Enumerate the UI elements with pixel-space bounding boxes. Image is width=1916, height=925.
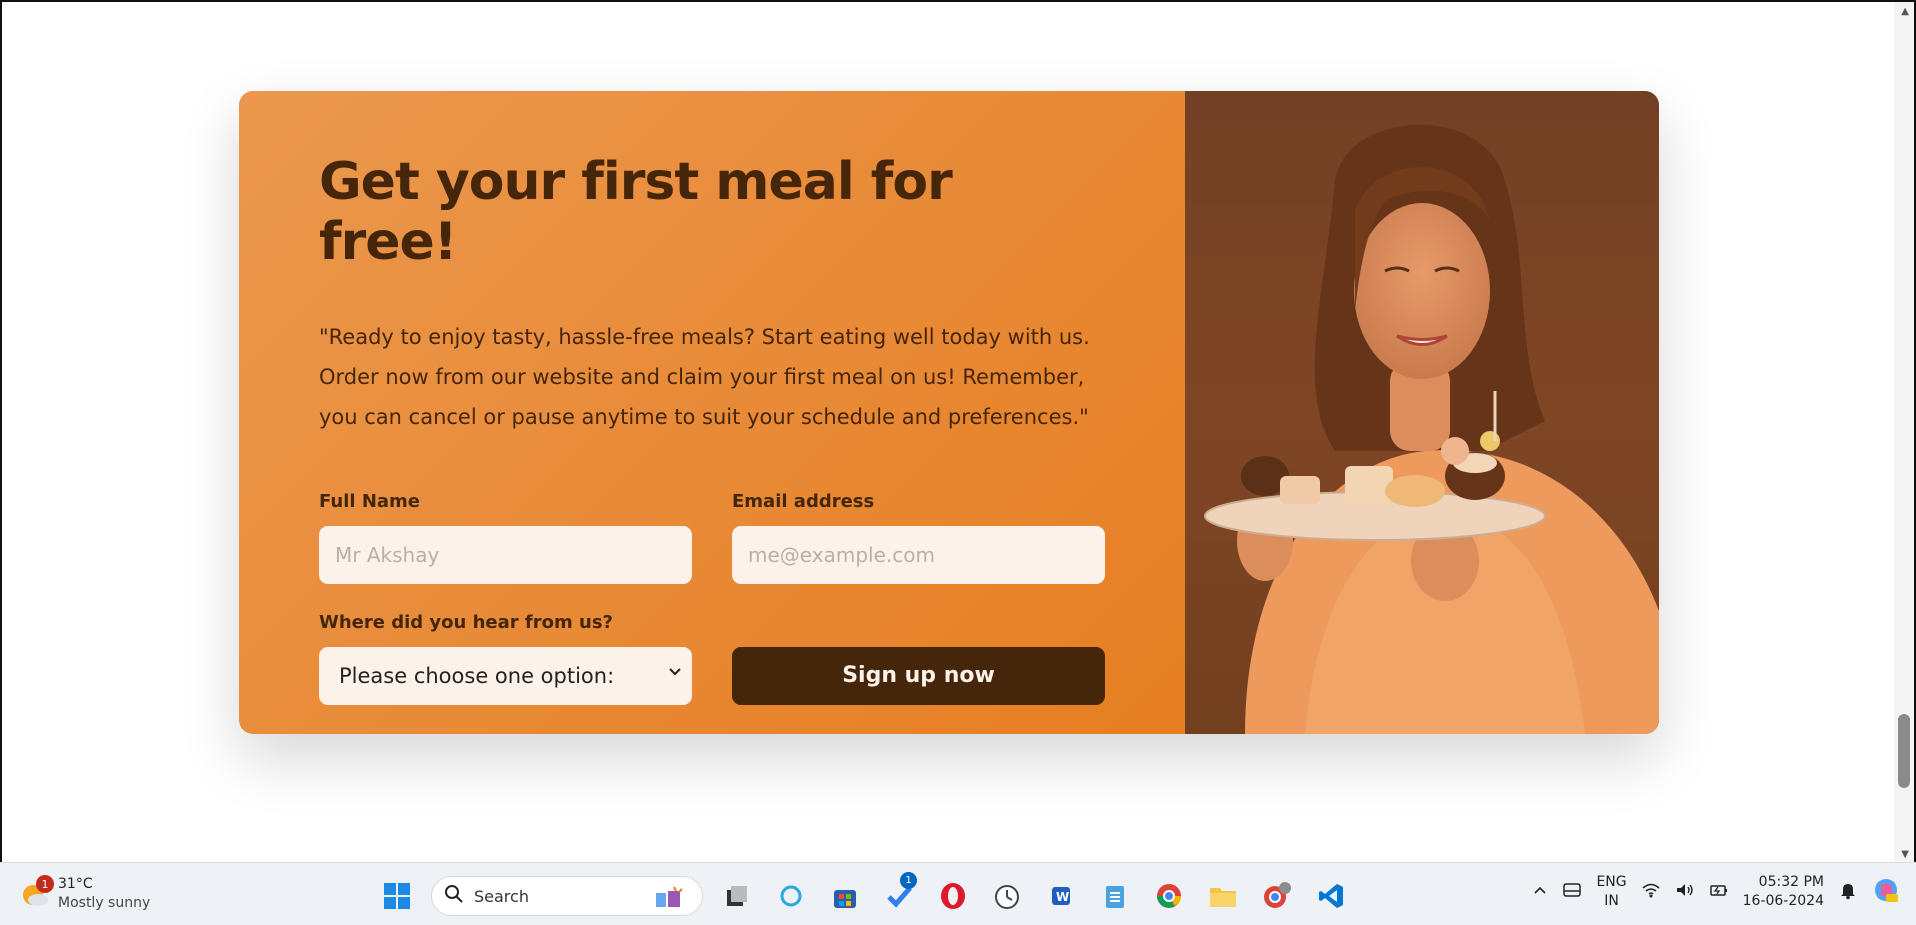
full-name-label: Full Name (319, 490, 420, 512)
chevron-up-icon[interactable] (1532, 882, 1548, 902)
todo-badge: 1 (900, 872, 917, 889)
language-line1: ENG (1596, 874, 1627, 890)
search-placeholder: Search (474, 886, 529, 906)
chevron-down-icon (668, 664, 682, 683)
windows-start-icon[interactable] (377, 876, 417, 916)
clock-time: 05:32 PM (1758, 874, 1824, 890)
language-indicator[interactable]: ENG IN (1596, 873, 1626, 911)
chrome-icon[interactable] (1149, 876, 1189, 916)
weather-widget[interactable]: 1 31°C Mostly sunny (20, 875, 150, 913)
cta-description: "Ready to enjoy tasty, hassle-free meals… (319, 324, 1090, 429)
source-label: Where did you hear from us? (319, 611, 613, 633)
search-highlight-icon (652, 885, 688, 913)
svg-text:W: W (1056, 890, 1069, 904)
source-field-group: Where did you hear from us? Please choos… (319, 612, 692, 705)
task-view-icon[interactable] (717, 876, 757, 916)
sign-up-button[interactable]: Sign up now (732, 646, 1105, 705)
vscode-icon[interactable] (1311, 876, 1351, 916)
language-line2: IN (1604, 893, 1619, 909)
clock-app-icon[interactable] (987, 876, 1027, 916)
weather-sun-icon: 1 (20, 875, 54, 909)
weather-temperature: 31°C (58, 876, 93, 892)
email-input[interactable] (732, 525, 1105, 584)
woman-with-desserts-image (1185, 91, 1659, 734)
file-explorer-icon[interactable] (1203, 876, 1243, 916)
cta-title: Get your first meal for free! (319, 152, 953, 272)
cta-section: Get your first meal for free! "Ready to … (239, 91, 1659, 734)
windows-taskbar: 1 31°C Mostly sunny Search 1 W ENG IN 05… (0, 862, 1916, 925)
vertical-scrollbar[interactable]: ▲ ▼ (1894, 2, 1914, 862)
battery-icon[interactable] (1709, 882, 1729, 902)
copilot-icon[interactable] (1872, 876, 1900, 908)
scroll-down-arrow-icon[interactable]: ▼ (1901, 849, 1909, 860)
wifi-icon[interactable] (1641, 882, 1661, 902)
tablet-mode-icon[interactable] (1562, 882, 1582, 902)
full-name-field-group: Full Name (319, 491, 692, 584)
search-icon (444, 884, 464, 908)
email-label: Email address (732, 490, 875, 512)
opera-icon[interactable] (933, 876, 973, 916)
weather-condition: Mostly sunny (58, 895, 151, 911)
taskbar-pinned-apps: Search 1 W (377, 872, 1351, 916)
source-select[interactable]: Please choose one option: (319, 646, 692, 705)
todo-icon[interactable]: 1 (879, 872, 919, 916)
source-selected-value: Please choose one option: (339, 663, 615, 688)
browser-viewport: Get your first meal for free! "Ready to … (0, 0, 1916, 862)
notepad-icon[interactable] (1095, 876, 1135, 916)
photo-illustration (1185, 91, 1659, 734)
system-tray: ENG IN 05:32 PM 16-06-2024 (1532, 873, 1900, 911)
email-field-group: Email address (732, 491, 1105, 584)
clock[interactable]: 05:32 PM 16-06-2024 (1743, 873, 1824, 911)
chrome-profile-icon[interactable] (1257, 876, 1297, 916)
signup-form: Full Name Email address Where did you he… (319, 491, 1105, 705)
volume-icon[interactable] (1675, 882, 1695, 902)
store-icon[interactable] (825, 876, 865, 916)
taskbar-search-box[interactable]: Search (431, 876, 703, 916)
cortana-icon[interactable] (771, 876, 811, 916)
scroll-up-arrow-icon[interactable]: ▲ (1901, 6, 1909, 17)
word-icon[interactable]: W (1041, 876, 1081, 916)
weather-badge: 1 (36, 875, 54, 893)
scrollbar-thumb[interactable] (1898, 714, 1910, 788)
notification-bell-icon[interactable] (1838, 880, 1858, 904)
full-name-input[interactable] (319, 525, 692, 584)
cta-text-panel: Get your first meal for free! "Ready to … (239, 91, 1185, 734)
clock-date: 16-06-2024 (1742, 893, 1824, 909)
